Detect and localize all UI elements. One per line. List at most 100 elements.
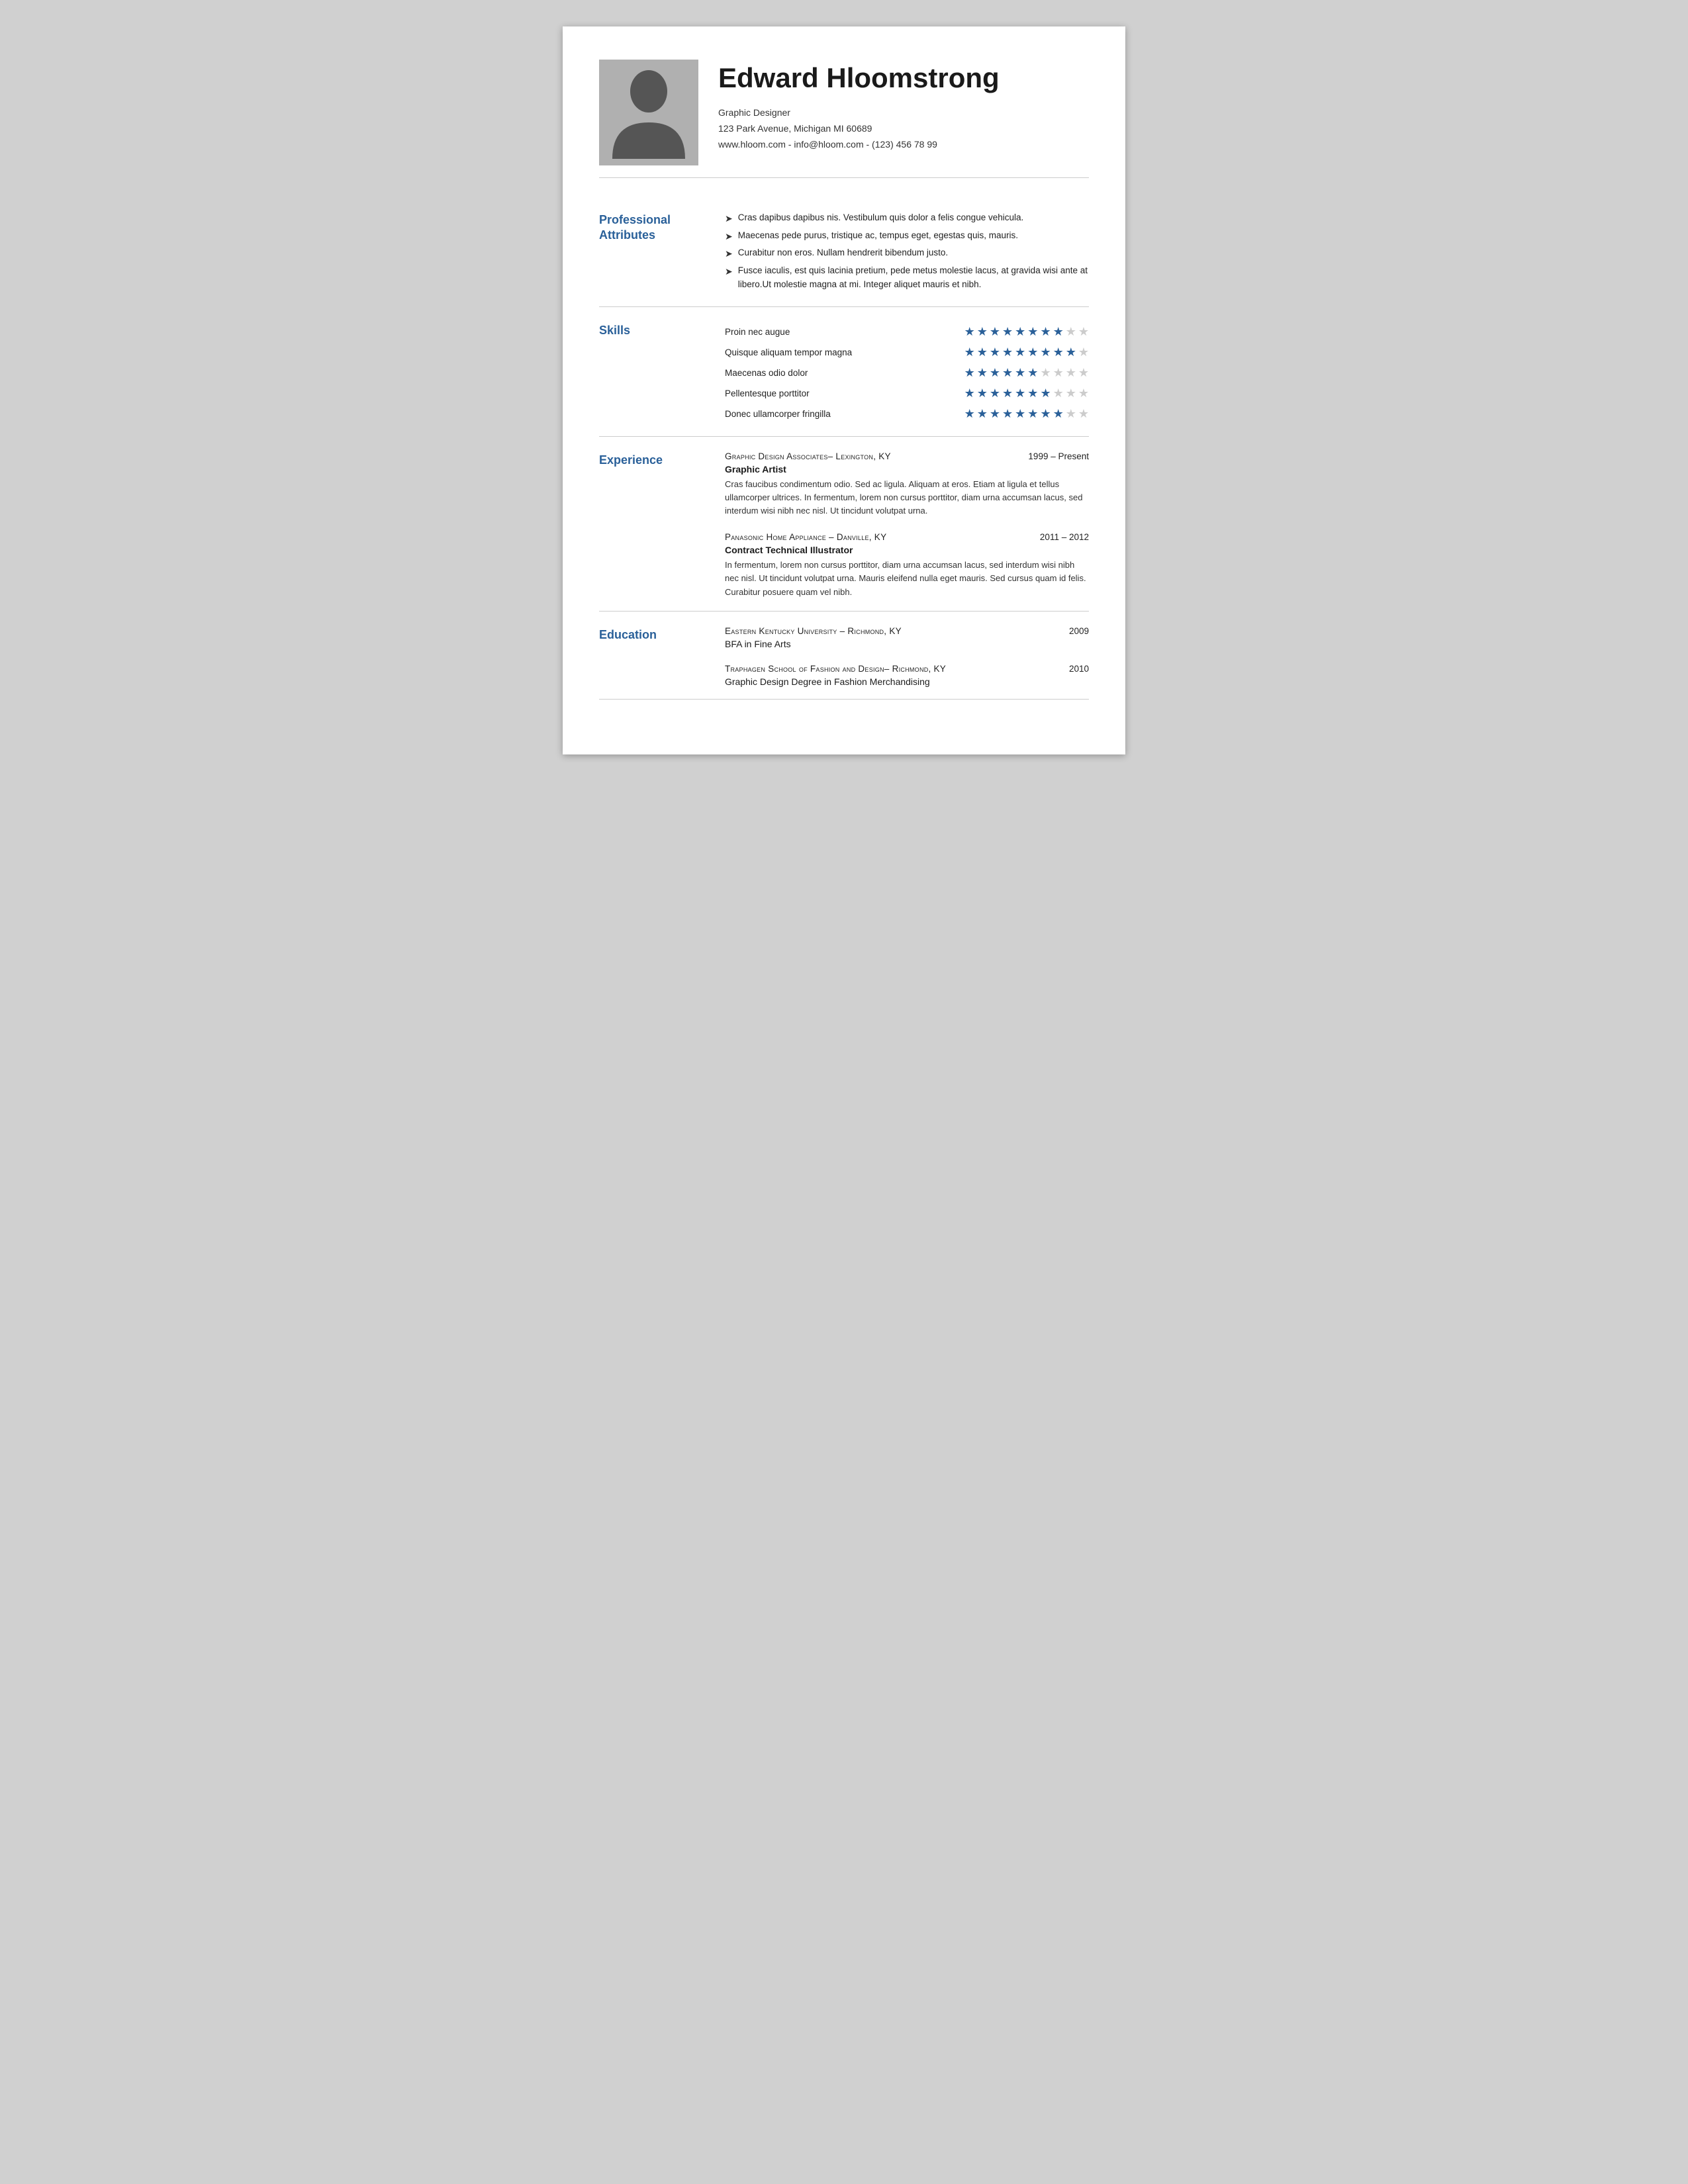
- filled-star: ★: [1015, 366, 1025, 380]
- attr-item: ➤Cras dapibus dapibus nis. Vestibulum qu…: [725, 211, 1089, 226]
- resume-page: Edward Hloomstrong Graphic Designer 123 …: [563, 26, 1125, 754]
- empty-star: ★: [1053, 366, 1064, 380]
- filled-star: ★: [1053, 325, 1064, 339]
- filled-star: ★: [990, 407, 1000, 421]
- exp-company-row: Graphic Design Associates– Lexington, KY…: [725, 451, 1089, 461]
- exp-title: Graphic Artist: [725, 464, 1089, 475]
- filled-star: ★: [977, 407, 988, 421]
- empty-star: ★: [1078, 387, 1089, 400]
- exp-dates: 2011 – 2012: [1040, 532, 1089, 542]
- skill-row: Maecenas odio dolor★★★★★★★★★★: [725, 363, 1089, 383]
- filled-star: ★: [1002, 407, 1013, 421]
- filled-star: ★: [1015, 407, 1025, 421]
- filled-star: ★: [977, 366, 988, 380]
- attr-list: ➤Cras dapibus dapibus nis. Vestibulum qu…: [725, 211, 1089, 292]
- filled-star: ★: [977, 325, 988, 339]
- empty-star: ★: [1066, 325, 1076, 339]
- education-content: Eastern Kentucky University – Richmond, …: [725, 626, 1089, 687]
- empty-star: ★: [1066, 407, 1076, 421]
- filled-star: ★: [990, 387, 1000, 400]
- attr-item: ➤Curabitur non eros. Nullam hendrerit bi…: [725, 246, 1089, 261]
- filled-star: ★: [977, 345, 988, 359]
- filled-star: ★: [1040, 345, 1051, 359]
- filled-star: ★: [1066, 345, 1076, 359]
- header-info: Edward Hloomstrong Graphic Designer 123 …: [718, 60, 1089, 153]
- filled-star: ★: [964, 387, 975, 400]
- experience-section: Experience Graphic Design Associates– Le…: [599, 437, 1089, 612]
- skill-name: Pellentesque porttitor: [725, 388, 964, 398]
- edu-year: 2009: [1069, 626, 1089, 636]
- filled-star: ★: [1015, 345, 1025, 359]
- header-contact: www.hloom.com - info@hloom.com - (123) 4…: [718, 137, 1089, 153]
- empty-star: ★: [1078, 345, 1089, 359]
- filled-star: ★: [1002, 345, 1013, 359]
- filled-star: ★: [1027, 407, 1038, 421]
- edu-school-row: Eastern Kentucky University – Richmond, …: [725, 626, 1089, 636]
- filled-star: ★: [990, 325, 1000, 339]
- exp-company: Graphic Design Associates– Lexington, KY: [725, 451, 891, 461]
- edu-degree: BFA in Fine Arts: [725, 639, 1089, 649]
- filled-star: ★: [1053, 407, 1064, 421]
- experience-entry: Panasonic Home Appliance – Danville, KY 2…: [725, 532, 1089, 598]
- empty-star: ★: [1066, 387, 1076, 400]
- filled-star: ★: [1027, 325, 1038, 339]
- filled-star: ★: [1015, 325, 1025, 339]
- filled-star: ★: [990, 366, 1000, 380]
- avatar: [599, 60, 698, 165]
- education-label: Education: [599, 626, 725, 687]
- filled-star: ★: [990, 345, 1000, 359]
- skills-label: Skills: [599, 322, 725, 424]
- skill-row: Quisque aliquam tempor magna★★★★★★★★★★: [725, 342, 1089, 363]
- filled-star: ★: [964, 407, 975, 421]
- skills-section: Skills Proin nec augue★★★★★★★★★★Quisque …: [599, 307, 1089, 437]
- filled-star: ★: [1002, 387, 1013, 400]
- exp-company: Panasonic Home Appliance – Danville, KY: [725, 532, 886, 542]
- experience-entry: Graphic Design Associates– Lexington, KY…: [725, 451, 1089, 518]
- skill-stars: ★★★★★★★★★★: [964, 325, 1089, 339]
- filled-star: ★: [1002, 366, 1013, 380]
- skill-stars: ★★★★★★★★★★: [964, 407, 1089, 421]
- attr-item: ➤Maecenas pede purus, tristique ac, temp…: [725, 229, 1089, 244]
- skill-name: Quisque aliquam tempor magna: [725, 347, 964, 357]
- exp-title: Contract Technical Illustrator: [725, 545, 1089, 555]
- filled-star: ★: [1040, 407, 1051, 421]
- empty-star: ★: [1078, 325, 1089, 339]
- skill-name: Maecenas odio dolor: [725, 368, 964, 378]
- education-entry: Traphagen School of Fashion and Design– …: [725, 664, 1089, 687]
- professional-label: ProfessionalAttributes: [599, 211, 725, 295]
- filled-star: ★: [1002, 325, 1013, 339]
- filled-star: ★: [1015, 387, 1025, 400]
- exp-company-row: Panasonic Home Appliance – Danville, KY 2…: [725, 532, 1089, 542]
- edu-degree: Graphic Design Degree in Fashion Merchan…: [725, 676, 1089, 687]
- filled-star: ★: [1040, 325, 1051, 339]
- skill-name: Donec ullamcorper fringilla: [725, 409, 964, 419]
- filled-star: ★: [964, 325, 975, 339]
- filled-star: ★: [977, 387, 988, 400]
- exp-desc: Cras faucibus condimentum odio. Sed ac l…: [725, 478, 1089, 518]
- header-section: Edward Hloomstrong Graphic Designer 123 …: [599, 60, 1089, 178]
- attr-item: ➤Fusce iaculis, est quis lacinia pretium…: [725, 264, 1089, 292]
- filled-star: ★: [1053, 345, 1064, 359]
- edu-school: Eastern Kentucky University – Richmond, …: [725, 626, 902, 636]
- professional-content: ➤Cras dapibus dapibus nis. Vestibulum qu…: [725, 211, 1089, 295]
- header-address: 123 Park Avenue, Michigan MI 60689: [718, 121, 1089, 137]
- exp-dates: 1999 – Present: [1028, 451, 1089, 461]
- skill-stars: ★★★★★★★★★★: [964, 345, 1089, 359]
- filled-star: ★: [1027, 345, 1038, 359]
- filled-star: ★: [964, 345, 975, 359]
- skill-stars: ★★★★★★★★★★: [964, 387, 1089, 400]
- filled-star: ★: [1027, 366, 1038, 380]
- empty-star: ★: [1078, 366, 1089, 380]
- filled-star: ★: [1027, 387, 1038, 400]
- skill-row: Pellentesque porttitor★★★★★★★★★★: [725, 383, 1089, 404]
- experience-label: Experience: [599, 451, 725, 599]
- professional-section: ProfessionalAttributes ➤Cras dapibus dap…: [599, 197, 1089, 307]
- edu-year: 2010: [1069, 664, 1089, 674]
- empty-star: ★: [1053, 387, 1064, 400]
- education-entry: Eastern Kentucky University – Richmond, …: [725, 626, 1089, 649]
- edu-school-row: Traphagen School of Fashion and Design– …: [725, 664, 1089, 674]
- skill-row: Donec ullamcorper fringilla★★★★★★★★★★: [725, 404, 1089, 424]
- header-title: Graphic Designer: [718, 105, 1089, 121]
- empty-star: ★: [1040, 366, 1051, 380]
- filled-star: ★: [964, 366, 975, 380]
